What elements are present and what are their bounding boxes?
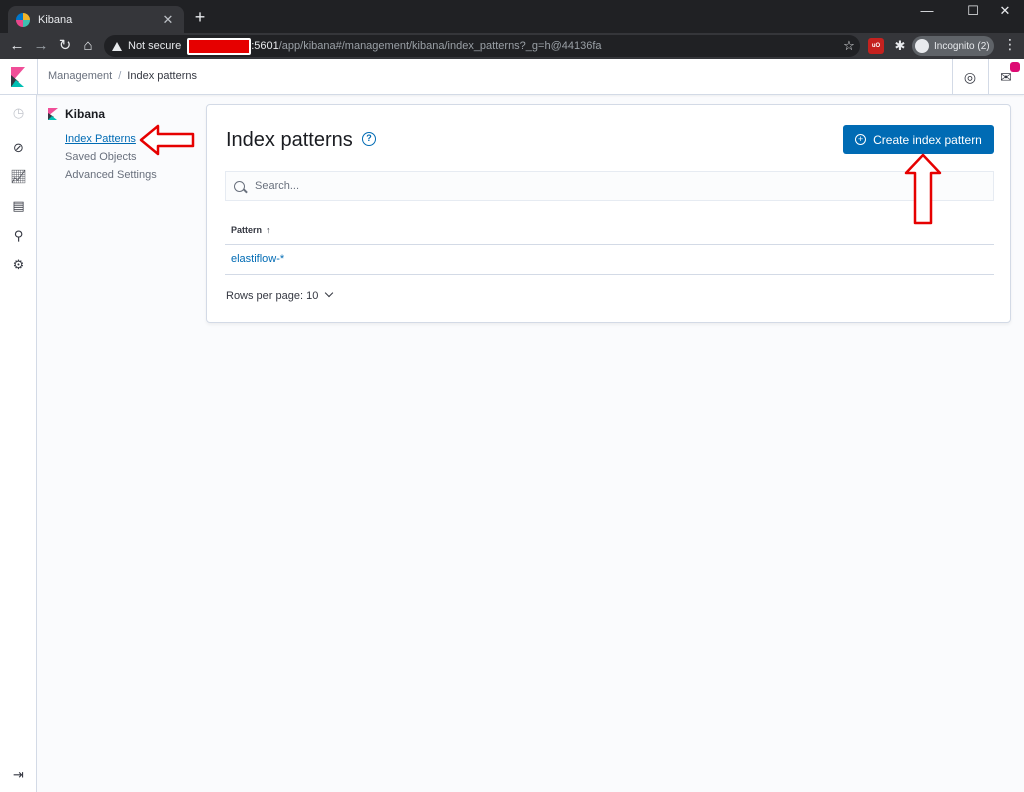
search-icon	[234, 180, 245, 192]
ublock-extension-icon[interactable]: uO	[868, 38, 884, 54]
kibana-logo-icon[interactable]	[8, 65, 28, 89]
column-header-label: Pattern	[231, 225, 263, 235]
url-path: /app/kibana#/management/kibana/index_pat…	[278, 40, 602, 52]
dev-tools-icon[interactable]: ⚲	[0, 226, 37, 246]
kibana-favicon-icon	[16, 12, 30, 27]
incognito-indicator[interactable]: Incognito (2)	[912, 36, 994, 56]
incognito-icon	[915, 39, 929, 53]
create-button-label: Create index pattern	[873, 132, 982, 147]
sidebar-item-advanced-settings[interactable]: Advanced Settings	[65, 166, 198, 184]
search-field[interactable]	[225, 171, 994, 201]
chevron-down-icon	[325, 288, 334, 298]
help-question-icon[interactable]: ?	[362, 132, 376, 146]
address-bar[interactable]: Not secure :5601/app/kibana#/management/…	[104, 35, 860, 57]
sort-ascending-icon: ↑	[266, 225, 271, 235]
recent-clock-icon[interactable]: ◷	[0, 103, 37, 123]
dashboard-icon[interactable]: ▤	[0, 196, 37, 216]
tab-close-icon[interactable]: ✕	[160, 12, 176, 28]
incognito-label: Incognito (2)	[934, 40, 990, 52]
redacted-host-box	[187, 37, 252, 55]
warning-icon	[112, 41, 122, 51]
header-divider	[988, 59, 989, 95]
table-divider	[225, 244, 994, 245]
pattern-column-header[interactable]: Pattern ↑	[231, 225, 271, 235]
breadcrumb-separator: /	[118, 70, 122, 82]
rows-per-page-label: Rows per page: 10	[226, 290, 319, 302]
management-gear-icon[interactable]: ⚙	[0, 255, 37, 275]
table-divider	[225, 274, 994, 275]
kibana-side-nav: ◷ ⊘ 📈︎ ▤ ⚲ ⚙ ⇥	[0, 95, 37, 792]
tab-title: Kibana	[38, 13, 73, 26]
create-index-pattern-button[interactable]: + Create index pattern	[843, 125, 994, 154]
plus-circle-icon: +	[855, 134, 867, 145]
breadcrumb: Management / Index patterns	[48, 70, 197, 82]
browser-toolbar: ← → ↻ ⌂ Not secure :5601/app/kibana#/man…	[0, 33, 1024, 59]
table-row-link[interactable]: elastiflow-*	[231, 253, 284, 265]
help-globe-icon[interactable]: ◎	[960, 67, 980, 87]
minimize-button[interactable]: —	[912, 3, 942, 18]
maximize-button[interactable]: ☐	[958, 3, 988, 19]
breadcrumb-index-patterns: Index patterns	[127, 70, 197, 82]
header-divider	[952, 59, 953, 95]
page-title: Index patterns	[226, 129, 353, 151]
breadcrumb-management[interactable]: Management	[48, 70, 112, 82]
kibana-mini-logo-icon	[48, 108, 58, 120]
security-label[interactable]: Not secure	[128, 40, 181, 52]
extensions-puzzle-icon[interactable]: ✱	[892, 38, 908, 54]
browser-tab-bar: Kibana ✕ + — ☐ ✕	[0, 0, 1024, 33]
index-patterns-panel: Index patterns ? + Create index pattern …	[206, 104, 1011, 323]
kibana-header: Management / Index patterns ◎ ✉	[0, 59, 1024, 95]
bookmark-star-icon[interactable]: ☆	[838, 38, 860, 54]
sidebar-title-text: Kibana	[65, 107, 106, 121]
header-divider	[37, 59, 38, 95]
collapse-nav-icon[interactable]: ⇥	[0, 765, 37, 785]
forward-arrow-icon[interactable]: →	[31, 36, 51, 56]
url-text[interactable]: :5601/app/kibana#/management/kibana/inde…	[251, 40, 838, 52]
reload-icon[interactable]: ↻	[55, 36, 75, 56]
browser-menu-icon[interactable]: ⋮	[1002, 36, 1018, 53]
url-host-suffix: :5601	[251, 40, 279, 52]
annotation-arrow-up	[904, 153, 942, 225]
rows-per-page-select[interactable]: Rows per page: 10	[226, 288, 334, 302]
new-tab-button[interactable]: +	[190, 8, 210, 26]
annotation-arrow-left	[139, 124, 195, 156]
visualize-chart-icon[interactable]: 📈︎	[0, 167, 37, 187]
sidebar-section-title: Kibana	[48, 106, 198, 122]
notification-badge	[1010, 62, 1020, 72]
back-arrow-icon[interactable]: ←	[7, 36, 27, 56]
search-input[interactable]	[255, 180, 993, 192]
discover-compass-icon[interactable]: ⊘	[0, 138, 37, 158]
home-icon[interactable]: ⌂	[78, 36, 98, 56]
browser-tab[interactable]: Kibana ✕	[8, 6, 184, 33]
close-window-button[interactable]: ✕	[990, 3, 1020, 19]
